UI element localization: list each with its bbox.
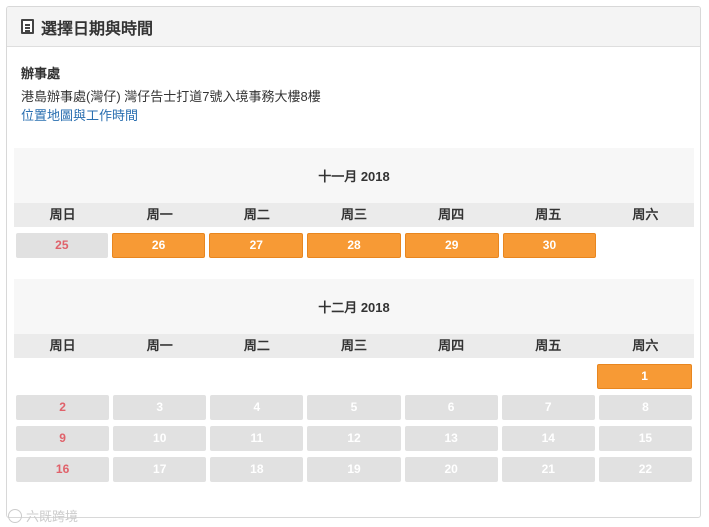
available-day-cell[interactable]: 27: [209, 233, 304, 258]
unavailable-day-cell: 19: [307, 457, 401, 482]
panel-title: 選擇日期與時間: [41, 20, 154, 38]
unavailable-day-cell: 22: [598, 457, 692, 482]
empty-day-cell: [600, 233, 692, 258]
calendar-week-row: 2345678: [14, 395, 694, 420]
unavailable-day-cell: 14: [501, 426, 595, 451]
unavailable-day-cell: 12: [307, 426, 401, 451]
empty-day-cell: [210, 364, 303, 389]
available-day-cell[interactable]: 30: [502, 233, 597, 258]
calendar-week-row: 16 17 18 19 20 21 22: [14, 457, 694, 482]
unavailable-day-cell: 2: [16, 395, 110, 420]
available-day-cell[interactable]: 29: [404, 233, 499, 258]
date-time-panel: 選擇日期與時間 辦事處 港島辦事處(灣仔) 灣仔告士打道7號入境事務大樓8樓 位…: [6, 6, 701, 518]
unavailable-day-cell: 11: [210, 426, 304, 451]
unavailable-day-cell: 7: [501, 395, 595, 420]
weekday-label: 周二: [243, 207, 270, 222]
unavailable-day-cell: 13: [404, 426, 498, 451]
empty-day-cell: [500, 364, 593, 389]
office-info: 辦事處 港島辦事處(灣仔) 灣仔告士打道7號入境事務大樓8樓 位置地圖與工作時間: [7, 47, 700, 125]
unavailable-day-cell: 18: [210, 457, 304, 482]
weekday-label: 周日: [49, 338, 76, 353]
weeks: 1 2 3 4 5 6 7 8 9 10 11 12 13 14 15 16 17 18 19 20 21 22: [14, 364, 694, 482]
unavailable-day-cell: 5: [307, 395, 401, 420]
weekday-header: 周日 周一 周二 周三 周四 周五 周六: [14, 334, 694, 358]
unavailable-day-cell: 4: [210, 395, 304, 420]
unavailable-day-cell: 10: [113, 426, 207, 451]
weekday-label: 周五: [535, 338, 562, 353]
month-calendar-november: 十一月 2018 周日 周一 周二 周三 周四 周五 周六 25 26 27 28 29 30: [14, 148, 694, 258]
calendar-week-row: 9 10 11 12 13 14 15: [14, 426, 694, 451]
weekday-label: 周一: [146, 207, 173, 222]
weeks: 25 26 27 28 29 30: [14, 233, 694, 258]
unavailable-day-cell: 17: [113, 457, 207, 482]
weekday-label: 周六: [632, 207, 659, 222]
unavailable-day-cell: 9: [16, 426, 110, 451]
available-day-cell[interactable]: 28: [307, 233, 401, 258]
unavailable-day-cell: 8: [598, 395, 692, 420]
weekday-label: 周三: [340, 207, 367, 222]
month-title: 十二月 2018: [14, 279, 694, 334]
calendar-week-row: 1: [14, 364, 694, 389]
unavailable-day-cell: 6: [404, 395, 498, 420]
location-map-link[interactable]: 位置地圖與工作時間: [21, 107, 138, 125]
calendar-week-row: 25 26 27 28 29 30: [14, 233, 694, 258]
panel-header: 選擇日期與時間: [7, 7, 700, 47]
weekday-label: 周二: [243, 338, 270, 353]
unavailable-day-cell: 3: [113, 395, 207, 420]
available-day-cell[interactable]: 1: [597, 364, 693, 389]
empty-day-cell: [113, 364, 206, 389]
watermark: 六既跨境: [8, 506, 78, 525]
weekday-header: 周日 周一 周二 周三 周四 周五 周六: [14, 203, 694, 227]
unavailable-day-cell: 16: [16, 457, 110, 482]
weekday-label: 周五: [535, 207, 562, 222]
weekday-label: 周四: [438, 207, 465, 222]
weekday-label: 周三: [340, 338, 367, 353]
office-address: 港島辦事處(灣仔) 灣仔告士打道7號入境事務大樓8樓: [21, 89, 321, 104]
weekday-label: 周四: [438, 338, 465, 353]
month-title: 十一月 2018: [14, 148, 694, 203]
watermark-logo-icon: [8, 508, 22, 523]
weekday-label: 周一: [146, 338, 173, 353]
empty-day-cell: [403, 364, 496, 389]
unavailable-day-cell: 21: [501, 457, 595, 482]
unavailable-day-cell: 15: [598, 426, 692, 451]
weekday-label: 周六: [632, 338, 659, 353]
available-day-cell[interactable]: 26: [111, 233, 206, 258]
office-label: 辦事處: [21, 66, 61, 81]
empty-day-cell: [307, 364, 400, 389]
empty-day-cell: [16, 364, 109, 389]
weekday-label: 周日: [49, 207, 76, 222]
month-calendar-december: 十二月 2018 周日 周一 周二 周三 周四 周五 周六 1 2 3 4 5 6 7 8 9 10 11 12 1…: [14, 279, 694, 482]
unavailable-day-cell: 25: [16, 233, 108, 258]
watermark-text: 六既跨境: [26, 509, 79, 524]
document-list-icon: [21, 19, 34, 34]
unavailable-day-cell: 20: [404, 457, 498, 482]
